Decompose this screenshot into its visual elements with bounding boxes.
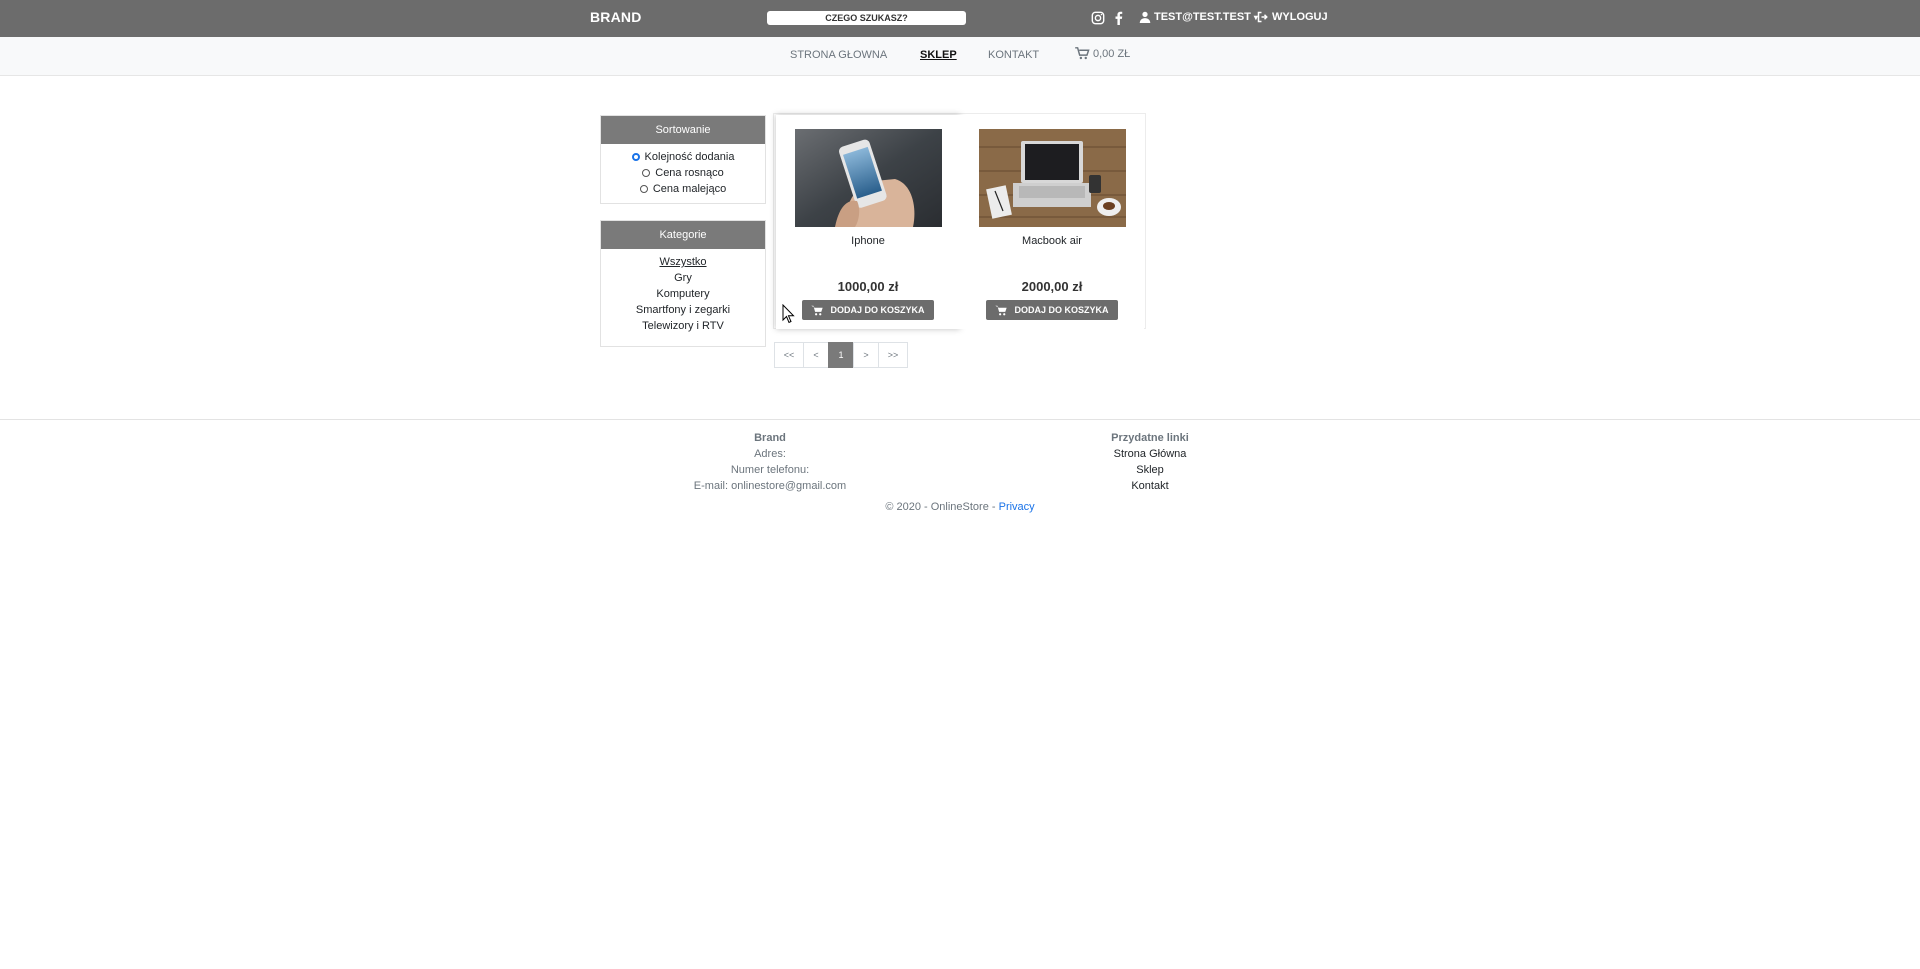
instagram-icon[interactable] [1091, 11, 1105, 25]
sort-option-added[interactable]: Kolejność dodania [601, 149, 765, 165]
category-games[interactable]: Gry [601, 270, 765, 286]
user-menu[interactable]: TEST@TEST.TEST ▾ [1139, 11, 1258, 23]
add-to-cart-button[interactable]: DODAJ DO KOSZYKA [986, 300, 1118, 320]
sign-out-icon [1257, 11, 1268, 23]
iphone-image[interactable] [795, 129, 942, 227]
pagination: << < 1 > >> [774, 342, 908, 368]
facebook-icon[interactable] [1112, 11, 1126, 25]
product-price: 2000,00 zł [1021, 279, 1083, 294]
user-icon [1139, 11, 1151, 23]
main-nav: STRONA GŁOWNA SKLEP KONTAKT 0,00 ZŁ [0, 37, 1920, 76]
add-to-cart-label: DODAJ DO KOSZYKA [830, 305, 925, 315]
copyright-text: © 2020 - OnlineStore - [885, 501, 999, 513]
footer-links-title: Przydatne linki [1111, 432, 1189, 444]
footer: Brand Adres: Numer telefonu: E-mail: onl… [0, 419, 1920, 513]
cart-icon [811, 305, 824, 315]
macbook-image[interactable] [979, 129, 1126, 227]
categories-title: Kategorie [601, 221, 765, 249]
category-all[interactable]: Wszystko [601, 254, 765, 270]
product-name[interactable]: Macbook air [960, 235, 1144, 247]
sort-option-asc[interactable]: Cena rosnąco [601, 165, 765, 181]
top-bar: BRAND TEST@TEST.TEST ▾ WYLOGUJ [0, 0, 1920, 37]
category-tv[interactable]: Telewizory i RTV [601, 318, 765, 334]
footer-link-shop[interactable]: Sklep [1050, 462, 1250, 478]
nav-cart[interactable]: 0,00 ZŁ [1075, 47, 1130, 60]
privacy-link[interactable]: Privacy [999, 501, 1035, 513]
page-next[interactable]: > [853, 342, 879, 368]
radio-checked[interactable] [631, 153, 640, 161]
product-card[interactable]: Iphone 1000,00 zł DODAJ DO KOSZYKA [776, 115, 960, 329]
logout-link[interactable]: WYLOGUJ [1257, 11, 1328, 23]
mouse-cursor-icon [782, 304, 795, 324]
logout-label: WYLOGUJ [1272, 11, 1328, 23]
footer-link-home[interactable]: Strona Główna [1050, 446, 1250, 462]
footer-address: Adres: [754, 448, 786, 460]
sort-option-label: Kolejność dodania [644, 151, 735, 163]
nav-contact[interactable]: KONTAKT [988, 49, 1039, 61]
brand-logo[interactable]: BRAND [590, 9, 642, 25]
radio[interactable] [642, 169, 651, 177]
category-computers[interactable]: Komputery [601, 286, 765, 302]
footer-phone: Numer telefonu: [730, 464, 810, 476]
add-to-cart-label: DODAJ DO KOSZYKA [1014, 305, 1109, 315]
footer-link-contact[interactable]: Kontakt [1050, 478, 1250, 494]
sort-option-label: Cena malejąco [652, 183, 727, 195]
search-input[interactable] [767, 11, 966, 25]
add-to-cart-button[interactable]: DODAJ DO KOSZYKA [802, 300, 934, 320]
sorting-title: Sortowanie [601, 116, 765, 144]
sorting-panel: Sortowanie Kolejność dodania Cena rosnąc… [600, 115, 766, 204]
page-current[interactable]: 1 [828, 342, 854, 368]
footer-brand-title: Brand [754, 432, 786, 444]
page-prev[interactable]: < [803, 342, 829, 368]
cart-icon [1075, 47, 1090, 60]
product-price: 1000,00 zł [837, 279, 899, 294]
cart-total: 0,00 ZŁ [1093, 47, 1131, 60]
sort-option-label: Cena rosnąco [655, 167, 724, 179]
categories-panel: Kategorie Wszystko Gry Komputery Smartfo… [600, 220, 766, 347]
nav-home[interactable]: STRONA GŁOWNA [790, 49, 887, 61]
copyright: © 2020 - OnlineStore - Privacy [0, 501, 1920, 513]
sort-option-desc[interactable]: Cena malejąco [601, 181, 765, 197]
product-card[interactable]: Macbook air 2000,00 zł DODAJ DO KOSZYKA [960, 115, 1144, 329]
category-smartphones[interactable]: Smartfony i zegarki [601, 302, 765, 318]
radio[interactable] [639, 185, 648, 193]
footer-links-column: Przydatne linki Strona Główna Sklep Kont… [1050, 430, 1250, 494]
product-grid: Iphone 1000,00 zł DODAJ DO KOSZYKA Macbo… [773, 113, 1146, 329]
footer-email: E-mail: onlinestore@gmail.com [693, 480, 847, 492]
page-last[interactable]: >> [878, 342, 908, 368]
product-name[interactable]: Iphone [776, 235, 960, 247]
page-first[interactable]: << [774, 342, 804, 368]
footer-brand-column: Brand Adres: Numer telefonu: E-mail: onl… [670, 430, 870, 494]
user-email: TEST@TEST.TEST [1154, 11, 1251, 23]
nav-shop[interactable]: SKLEP [920, 49, 957, 61]
cart-icon [995, 305, 1008, 315]
